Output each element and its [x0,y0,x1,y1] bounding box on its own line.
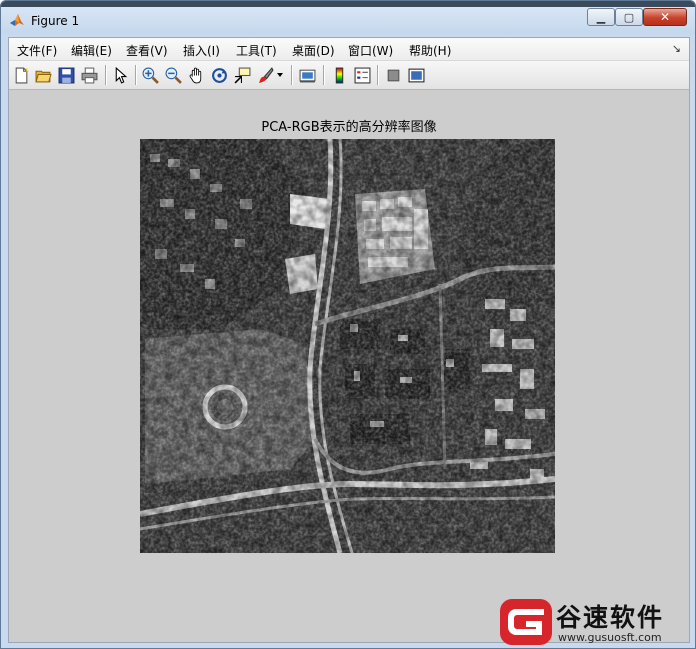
legend-icon[interactable] [353,66,371,84]
show-tools-icon[interactable] [407,66,425,84]
minimize-button[interactable]: ▁ [587,8,615,26]
dock-arrow-icon[interactable]: ↘ [672,42,681,55]
toolbar-separator [105,65,106,85]
menu-tools[interactable]: 工具(T) [236,42,277,59]
pointer-icon[interactable] [111,66,129,84]
figure-toolbar [9,61,689,90]
maximize-button[interactable]: ▢ [615,8,643,26]
menu-window[interactable]: 窗口(W) [348,42,393,59]
menu-desktop[interactable]: 桌面(D) [292,42,335,59]
zoom-out-icon[interactable] [164,66,182,84]
watermark-url: www.gusuosft.com [558,631,662,644]
brush-dropdown-icon[interactable] [275,66,285,84]
close-icon: ✕ [659,10,671,24]
toolbar-separator [377,65,378,85]
matlab-icon [9,12,25,28]
gusu-logo [500,599,552,645]
figure-window: Figure 1 ▁ ▢ ✕ 文件(F) 编辑(E) 查看(V) 插入(I) 工… [0,0,696,649]
toolbar-separator [291,65,292,85]
close-button[interactable]: ✕ [643,8,687,26]
satellite-image [140,139,555,553]
open-file-icon[interactable] [34,66,52,84]
zoom-in-icon[interactable] [141,66,159,84]
pan-hand-icon[interactable] [187,66,205,84]
rotate-3d-icon[interactable] [210,66,228,84]
data-cursor-icon[interactable] [233,66,251,84]
menu-help[interactable]: 帮助(H) [409,42,451,59]
save-icon[interactable] [57,66,75,84]
menu-file[interactable]: 文件(F) [17,42,57,59]
brush-icon[interactable] [256,66,274,84]
menu-edit[interactable]: 编辑(E) [71,42,112,59]
colorbar-icon[interactable] [330,66,348,84]
minimize-icon: ▁ [596,10,606,24]
title-bar[interactable]: Figure 1 ▁ ▢ ✕ [1,7,695,37]
figure-client-area: 文件(F) 编辑(E) 查看(V) 插入(I) 工具(T) 桌面(D) 窗口(W… [8,37,690,643]
figure-title: PCA-RGB表示的高分辨率图像 [261,120,437,135]
menu-bar: 文件(F) 编辑(E) 查看(V) 插入(I) 工具(T) 桌面(D) 窗口(W… [9,38,689,61]
window-title: Figure 1 [31,14,80,28]
site-watermark: 谷速软件 www.gusuosft.com [498,597,693,647]
maximize-icon: ▢ [623,10,635,24]
new-figure-icon[interactable] [12,66,30,84]
watermark-name: 谷速软件 [556,603,665,632]
menu-view[interactable]: 查看(V) [126,42,168,59]
menu-insert[interactable]: 插入(I) [183,42,220,59]
toolbar-separator [135,65,136,85]
hide-tools-icon[interactable] [384,66,402,84]
print-icon[interactable] [80,66,98,84]
toolbar-separator [323,65,324,85]
link-plot-icon[interactable] [298,66,316,84]
